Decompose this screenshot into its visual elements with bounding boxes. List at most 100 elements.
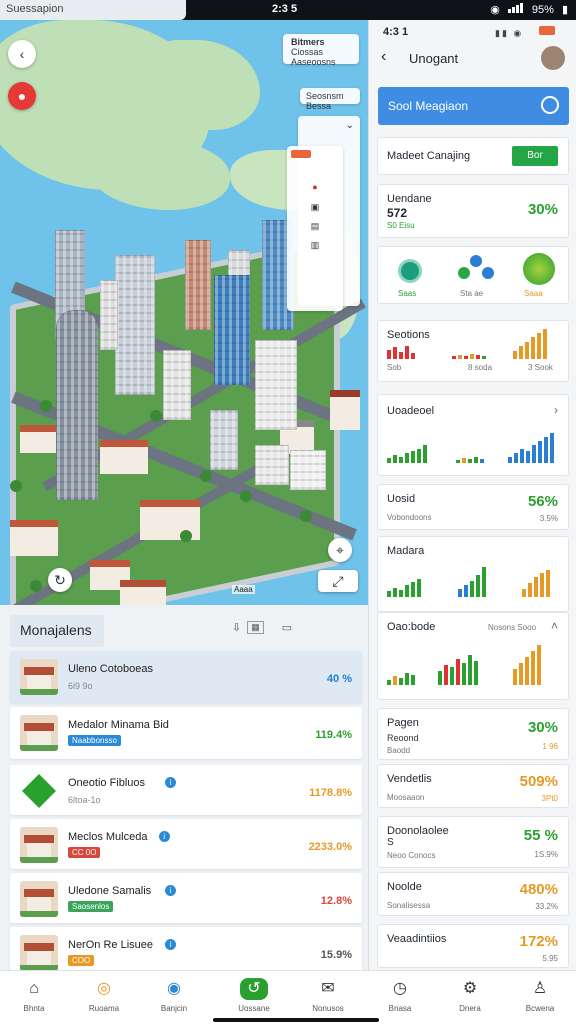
chevron-right-icon[interactable]: › xyxy=(554,403,558,417)
card1-pct: 30% xyxy=(527,201,558,218)
expand-button[interactable]: ⤢ xyxy=(318,570,358,592)
listing-name: Uledone Samalis xyxy=(68,885,152,897)
info-icon[interactable]: i xyxy=(165,939,176,950)
info-icon[interactable]: i xyxy=(165,885,176,896)
settings-icon[interactable] xyxy=(541,96,559,114)
listing-value: 15.9% xyxy=(320,949,352,961)
market-button[interactable]: Bor xyxy=(512,146,558,166)
leaf-icon[interactable] xyxy=(398,259,422,283)
nav-history[interactable]: ◷ Bnasa xyxy=(368,975,432,1013)
dashboard-panel: 4:3 1 ▮▮ ◉ ‹ Unogant Sool Meagiaon Madee… xyxy=(368,20,576,970)
nav-search[interactable]: ◉ Banjcin xyxy=(142,975,206,1013)
listing-name: NerOn Re Lisuee xyxy=(68,939,153,951)
avatar[interactable] xyxy=(541,46,565,70)
stat-card-9: Doonolaolee S Neoo Conocs 55 % 1S.9% xyxy=(377,816,569,868)
listing-item[interactable]: Uledone Samalis i Saosenlos 12.8% xyxy=(10,873,362,923)
map-filter-chip[interactable]: Seosnsm Bessa xyxy=(300,88,360,111)
filter-icon[interactable]: ▭ xyxy=(282,621,292,634)
grid-icon[interactable]: ▦ xyxy=(247,621,264,634)
layer-icon-3[interactable]: ▥ xyxy=(287,240,343,251)
card9-pct: 55 % xyxy=(523,827,558,844)
stat-card-8: Vendetlis Moosaaon 509% 3Pt0 xyxy=(377,764,569,808)
chevron-up-icon[interactable]: ˄ xyxy=(551,619,558,633)
bottom-nav: ⌂ Bhnta ◎ Ruoama ◉ Banjcin ↺ Uossane ✉ Nonuso… xyxy=(0,970,576,1024)
nav-history-label: Bnasa xyxy=(388,1004,412,1013)
locate-icon: ⌖ xyxy=(336,541,344,558)
stat-card-4: Uosid Vobondoons 56% 3.5% xyxy=(377,484,569,530)
map-info-card[interactable]: Bitmers Ciossas Aaseoosns xyxy=(283,34,359,67)
nav-map[interactable]: ◎ Ruoama xyxy=(72,975,136,1013)
nav-chat[interactable]: ↺ Uossane xyxy=(222,975,286,1013)
madara-bars-blue xyxy=(458,565,486,597)
card9-small: 1S.9% xyxy=(534,850,558,859)
card9-sub: Neoo Conocs xyxy=(387,851,436,860)
user-icon: ♙ xyxy=(532,980,548,997)
listing-name: Uleno Cotoboeas xyxy=(68,663,154,675)
listing-tag: COO xyxy=(68,955,95,966)
listing-value: 40 % xyxy=(326,673,352,685)
stat-card-1: Uendane 572 S0 Eisu 30% xyxy=(377,184,569,238)
madara-bars-orange xyxy=(522,569,550,597)
dashboard-time: 4:3 1 xyxy=(383,26,409,38)
card5-title: Madara xyxy=(387,545,425,557)
search-icon: ◉ xyxy=(167,980,181,997)
listing-item[interactable]: Medalor Minama Bid Naabbonsso 119.4% xyxy=(10,707,362,759)
list-tools: ⇩ ▦ ▭ xyxy=(232,621,292,634)
listing-name: Medalor Minama Bid xyxy=(68,719,169,731)
locate-button[interactable]: ⌖ xyxy=(328,538,352,562)
card7-sub: Reoond xyxy=(387,733,419,743)
overview-chart-card: Oao:bode Nosons Sooo ˄ xyxy=(377,612,569,700)
signal-icon xyxy=(507,3,524,16)
sections-chart-card: Seotions Sob 8 soda 3 Sook xyxy=(377,320,569,382)
compass-button[interactable]: ↻ xyxy=(48,568,72,592)
card4-sub: Vobondoons xyxy=(387,513,432,522)
card8-sub: Moosaaon xyxy=(387,793,425,802)
trend-card: Uoadeoel › xyxy=(377,394,569,476)
map-card-title: Bitmers xyxy=(291,37,325,47)
card8-title: Vendetlis xyxy=(387,773,432,785)
wifi-icon: ◉ xyxy=(490,4,500,16)
search-bar[interactable]: Sool Meagiaon xyxy=(378,87,569,125)
dashboard-status-icons: ▮▮ ◉ xyxy=(495,28,524,38)
listing-item[interactable]: NerOn Re Lisuee i COO 15.9% xyxy=(10,927,362,971)
property-thumbnail xyxy=(20,715,58,751)
listing-item[interactable]: Meclos Mulceda i CC 0O 2233.0% xyxy=(10,819,362,869)
gear-icon: ⚙ xyxy=(462,980,478,997)
layer-badge xyxy=(291,150,311,158)
listing-tag: Naabbonsso xyxy=(68,735,121,746)
layer-icon-1[interactable]: ▣ xyxy=(287,202,343,213)
collapse-icon[interactable]: ⌄ xyxy=(346,120,354,131)
listing-item[interactable]: Uleno Cotoboeas 6i9 9o 40 % xyxy=(10,651,362,703)
home-indicator[interactable] xyxy=(213,1018,379,1022)
nav-profile[interactable]: ♙ Bcwena xyxy=(508,975,572,1013)
map-back-button[interactable]: ‹ xyxy=(8,40,36,68)
network-icon[interactable] xyxy=(458,255,494,283)
dashboard-back-button[interactable]: ‹ xyxy=(381,48,386,66)
nav-messages[interactable]: ✉ Nonusos xyxy=(296,975,360,1013)
nav-home[interactable]: ⌂ Bhnta xyxy=(2,975,66,1013)
card8-small: 3Pt0 xyxy=(541,794,558,803)
nav-settings[interactable]: ⚙ Dnera xyxy=(438,975,502,1013)
download-icon[interactable]: ⇩ xyxy=(232,621,241,634)
info-icon[interactable]: i xyxy=(165,777,176,788)
card10-small: 33.2% xyxy=(535,902,558,911)
map-filter-label: Seosnsm Bessa xyxy=(306,91,344,111)
property-thumbnail xyxy=(20,881,58,917)
card11-pct: 172% xyxy=(519,933,558,950)
layer-icon-2[interactable]: ▤ xyxy=(287,221,343,232)
listing-value: 1178.8% xyxy=(309,787,352,799)
map-view[interactable]: ‹ ● Bitmers Ciossas Aaseoosns Seosnsm Be… xyxy=(0,20,368,605)
info-icon[interactable]: i xyxy=(158,831,170,842)
listing-item[interactable]: Oneotio Fibluos i 6ltoa-1o 1178.8% xyxy=(10,765,362,815)
card10-pct: 480% xyxy=(519,881,558,898)
trend-bars-blue xyxy=(508,431,554,463)
stat-card-7: Pagen Reoond Baodd 30% 1 96 xyxy=(377,708,569,760)
map-layers-panel[interactable]: ● ▣ ▤ ▥ xyxy=(287,146,343,311)
notification-chip[interactable]: Suessapion xyxy=(0,0,186,20)
nav-map-label: Ruoama xyxy=(88,1004,120,1013)
location-pin-icon[interactable]: ● xyxy=(8,82,36,110)
card7-pct: 30% xyxy=(527,719,558,736)
icon-label-2: Sta ae xyxy=(460,289,484,298)
progress-ring-icon[interactable] xyxy=(523,253,555,285)
layer-pin-icon[interactable]: ● xyxy=(287,182,343,192)
